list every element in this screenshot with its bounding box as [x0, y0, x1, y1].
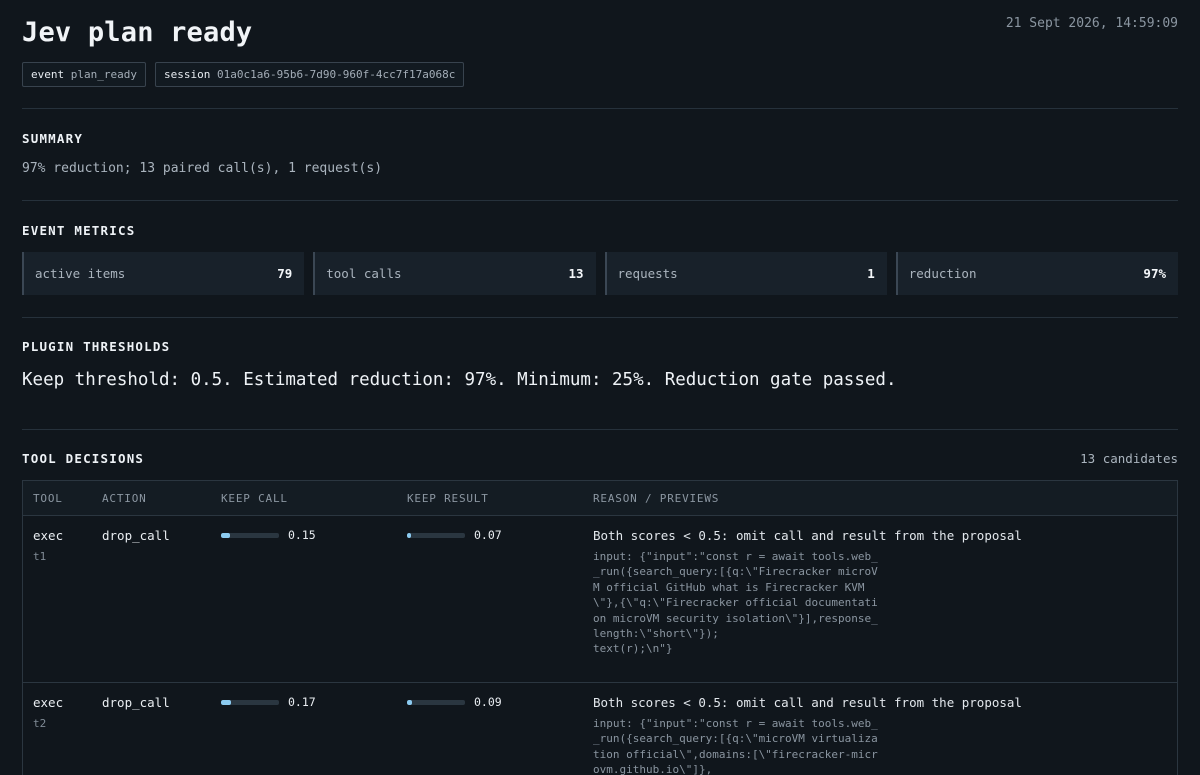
- page-title: Jev plan ready: [22, 17, 253, 48]
- session-chip-value: 01a0c1a6-95b6-7d90-960f-4cc7f17a068c: [216, 68, 456, 81]
- metric-active-items: active items 79: [22, 252, 305, 295]
- summary-text: 97% reduction; 13 paired call(s), 1 requ…: [22, 161, 383, 176]
- table-row[interactable]: exec t2 drop_call 0.17 0.09 Both scores …: [23, 683, 1177, 775]
- row-tool: exec: [33, 695, 64, 710]
- keep-result-fill: [407, 699, 413, 705]
- decisions-table: TOOL ACTION KEEP CALL KEEP RESULT REASON…: [22, 480, 1178, 775]
- metric-value: 1: [867, 266, 875, 281]
- candidates-count: 13 candidates: [1080, 451, 1178, 466]
- event-timestamp: 21 Sept 2026, 14:59:09: [1005, 16, 1178, 31]
- metrics-grid: active items 79 tool calls 13 requests 1…: [22, 252, 1178, 295]
- event-chip: event plan_ready: [22, 62, 146, 87]
- keep-call-track: [221, 699, 279, 705]
- divider: [22, 317, 1178, 318]
- metric-label: reduction: [908, 266, 977, 281]
- keep-result-fill: [407, 532, 412, 538]
- column-header-action: ACTION: [102, 492, 147, 505]
- keep-result-track: [407, 532, 465, 538]
- metric-value: 13: [568, 266, 584, 281]
- session-chip-key: session: [163, 68, 211, 81]
- thresholds-text: Keep threshold: 0.5. Estimated reduction…: [22, 370, 897, 390]
- keep-call-score: 0.17: [288, 695, 316, 709]
- metrics-heading: EVENT METRICS: [22, 223, 136, 238]
- row-action: drop_call: [102, 695, 170, 710]
- summary-heading: SUMMARY: [22, 131, 84, 146]
- keep-result-score: 0.07: [474, 528, 502, 542]
- keep-call-meter: 0.17: [221, 695, 316, 709]
- row-preview: input: {"input":"const r = await tools.w…: [593, 550, 878, 656]
- divider: [22, 200, 1178, 201]
- metric-label: tool calls: [326, 266, 402, 281]
- keep-result-track: [407, 699, 465, 705]
- meta-chips: event plan_ready session 01a0c1a6-95b6-7…: [22, 62, 465, 87]
- metric-requests: requests 1: [604, 252, 887, 295]
- metric-value: 79: [277, 266, 293, 281]
- column-header-keep-call: KEEP CALL: [221, 492, 288, 505]
- column-header-reason: REASON / PREVIEWS: [593, 492, 720, 505]
- keep-result-meter: 0.09: [407, 695, 502, 709]
- keep-call-track: [221, 532, 279, 538]
- row-tool: exec: [33, 528, 64, 543]
- metric-value: 97%: [1143, 266, 1166, 281]
- thresholds-heading: PLUGIN THRESHOLDS: [22, 339, 171, 354]
- metric-reduction: reduction 97%: [895, 252, 1178, 295]
- keep-result-meter: 0.07: [407, 528, 502, 542]
- row-action: drop_call: [102, 528, 170, 543]
- event-chip-value: plan_ready: [70, 68, 137, 81]
- row-preview: input: {"input":"const r = await tools.w…: [593, 717, 878, 775]
- divider: [22, 429, 1178, 430]
- session-chip: session 01a0c1a6-95b6-7d90-960f-4cc7f17a…: [154, 62, 465, 87]
- keep-call-meter: 0.15: [221, 528, 316, 542]
- metric-label: active items: [35, 266, 126, 281]
- decisions-heading: TOOL DECISIONS: [22, 451, 145, 466]
- row-reason: Both scores < 0.5: omit call and result …: [593, 695, 1022, 710]
- table-row[interactable]: exec t1 drop_call 0.15 0.07 Both scores …: [23, 516, 1177, 683]
- row-tool-id: t2: [33, 717, 47, 730]
- event-chip-key: event: [31, 68, 65, 81]
- column-header-keep-result: KEEP RESULT: [407, 492, 489, 505]
- keep-result-score: 0.09: [474, 695, 502, 709]
- row-reason: Both scores < 0.5: omit call and result …: [593, 528, 1022, 543]
- row-tool-id: t1: [33, 550, 47, 563]
- keep-call-fill: [221, 699, 231, 705]
- table-header: TOOL ACTION KEEP CALL KEEP RESULT REASON…: [23, 481, 1177, 516]
- column-header-tool: TOOL: [33, 492, 63, 505]
- keep-call-score: 0.15: [288, 528, 316, 542]
- keep-call-fill: [221, 532, 230, 538]
- divider: [22, 108, 1178, 109]
- metric-label: requests: [617, 266, 678, 281]
- metric-tool-calls: tool calls 13: [313, 252, 596, 295]
